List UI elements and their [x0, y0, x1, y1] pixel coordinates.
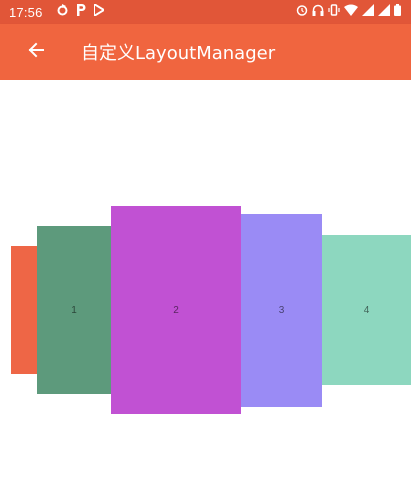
back-button[interactable]	[20, 36, 52, 68]
signal-icon	[362, 4, 374, 19]
card-label: 2	[173, 304, 179, 316]
carousel-card-3[interactable]: 3	[241, 214, 322, 407]
carousel-card-2[interactable]: 2	[111, 206, 241, 414]
system-icons	[296, 4, 401, 19]
carousel-card-0[interactable]	[11, 246, 37, 374]
app-bar: 自定义LayoutManager	[0, 24, 411, 80]
arrow-left-icon	[28, 42, 44, 62]
signal-icon	[378, 4, 390, 19]
play-store-icon	[93, 2, 106, 19]
status-time: 17:56	[9, 5, 43, 20]
carousel-card-1[interactable]: 1	[37, 226, 111, 394]
battery-icon	[394, 4, 401, 19]
status-bar: 17:56	[0, 0, 411, 24]
notification-icons	[57, 2, 106, 19]
wifi-icon	[344, 4, 358, 19]
alarm-icon	[296, 4, 308, 19]
card-label: 1	[71, 304, 77, 316]
carousel-card-4[interactable]: 4	[322, 235, 411, 385]
headset-icon	[312, 4, 324, 19]
vibrate-icon	[328, 4, 340, 19]
card-label: 4	[363, 304, 370, 316]
parking-icon	[76, 4, 86, 19]
sync-icon	[57, 4, 68, 19]
card-label: 3	[278, 305, 285, 316]
card-carousel[interactable]: 1 3 4 2	[0, 80, 411, 478]
page-title: 自定义LayoutManager	[81, 43, 276, 64]
